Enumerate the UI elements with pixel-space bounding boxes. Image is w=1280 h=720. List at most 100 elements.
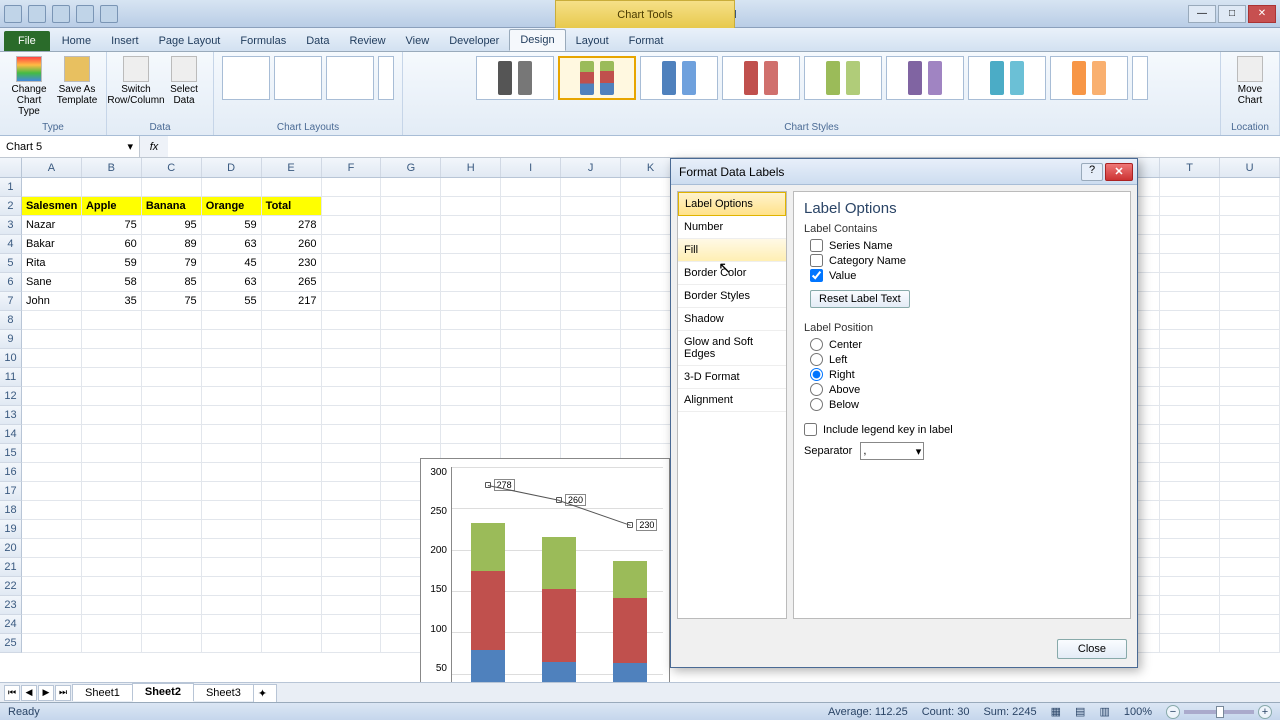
tab-formulas[interactable]: Formulas	[230, 31, 296, 51]
nav-number[interactable]: Number	[678, 216, 786, 239]
dialog-titlebar[interactable]: Format Data Labels ? ✕	[671, 159, 1137, 185]
sheet-tab-3[interactable]: Sheet3	[193, 684, 254, 701]
col-U[interactable]: U	[1220, 158, 1280, 177]
select-data-button[interactable]: Select Data	[163, 56, 205, 106]
zoom-out-button[interactable]: −	[1166, 705, 1180, 719]
undo-icon[interactable]	[52, 5, 70, 23]
minimize-button[interactable]: —	[1188, 5, 1216, 23]
tab-insert[interactable]: Insert	[101, 31, 149, 51]
nav-shadow[interactable]: Shadow	[678, 308, 786, 331]
table-cell[interactable]: 63	[202, 273, 262, 292]
checkbox-category-name[interactable]: Category Name	[810, 254, 1120, 267]
close-button[interactable]: Close	[1057, 639, 1127, 659]
table-header[interactable]: Apple	[82, 197, 142, 216]
nav-border-color[interactable]: Border Color	[678, 262, 786, 285]
col-C[interactable]: C	[142, 158, 202, 177]
table-cell[interactable]: 58	[82, 273, 142, 292]
col-T[interactable]: T	[1160, 158, 1220, 177]
dialog-close-x[interactable]: ✕	[1105, 163, 1133, 181]
chart-style-4[interactable]	[722, 56, 800, 100]
view-page-layout-icon[interactable]: ▤	[1075, 705, 1085, 718]
table-header[interactable]: Orange	[202, 197, 262, 216]
sheet-tab-1[interactable]: Sheet1	[72, 684, 133, 701]
table-cell[interactable]: Bakar	[22, 235, 82, 254]
chart-layouts-more[interactable]	[378, 56, 394, 100]
table-cell[interactable]: 260	[262, 235, 322, 254]
table-header[interactable]: Banana	[142, 197, 202, 216]
radio-below[interactable]: Below	[810, 398, 1120, 411]
table-header[interactable]: Salesmen	[22, 197, 82, 216]
table-cell[interactable]: 63	[202, 235, 262, 254]
close-window-button[interactable]: ✕	[1248, 5, 1276, 23]
checkbox-value[interactable]: Value	[810, 269, 1120, 282]
table-cell[interactable]: 75	[142, 292, 202, 311]
table-cell[interactable]: Nazar	[22, 216, 82, 235]
fx-icon[interactable]: fx	[140, 136, 168, 157]
col-I[interactable]: I	[501, 158, 561, 177]
nav-glow[interactable]: Glow and Soft Edges	[678, 331, 786, 366]
tab-developer[interactable]: Developer	[439, 31, 509, 51]
save-icon[interactable]	[28, 5, 46, 23]
table-cell[interactable]: John	[22, 292, 82, 311]
move-chart-button[interactable]: Move Chart	[1229, 56, 1271, 106]
reset-label-text-button[interactable]: Reset Label Text	[810, 290, 910, 308]
tab-page-layout[interactable]: Page Layout	[149, 31, 231, 51]
chart-style-6[interactable]	[886, 56, 964, 100]
tab-data[interactable]: Data	[296, 31, 339, 51]
nav-label-options[interactable]: Label Options	[678, 192, 786, 216]
table-cell[interactable]: Sane	[22, 273, 82, 292]
chart-style-1[interactable]	[476, 56, 554, 100]
zoom-level[interactable]: 100%	[1124, 706, 1152, 718]
nav-border-styles[interactable]: Border Styles	[678, 285, 786, 308]
tab-format[interactable]: Format	[619, 31, 674, 51]
table-cell[interactable]: 85	[142, 273, 202, 292]
table-cell[interactable]: 79	[142, 254, 202, 273]
table-cell[interactable]: 35	[82, 292, 142, 311]
chart-style-7[interactable]	[968, 56, 1046, 100]
table-cell[interactable]: 55	[202, 292, 262, 311]
chart-style-8[interactable]	[1050, 56, 1128, 100]
file-tab[interactable]: File	[4, 31, 50, 51]
chart-style-3[interactable]	[640, 56, 718, 100]
table-header[interactable]: Total	[262, 197, 322, 216]
nav-3d-format[interactable]: 3-D Format	[678, 366, 786, 389]
chart-plot-area[interactable]: 278260230	[451, 467, 663, 682]
zoom-control[interactable]: − +	[1166, 705, 1272, 719]
save-as-template-button[interactable]: Save As Template	[56, 56, 98, 117]
tab-nav-first[interactable]: ⏮	[4, 685, 20, 701]
col-H[interactable]: H	[441, 158, 501, 177]
table-cell[interactable]: 89	[142, 235, 202, 254]
chevron-down-icon[interactable]: ▾	[127, 140, 133, 153]
table-cell[interactable]: 95	[142, 216, 202, 235]
radio-right[interactable]: Right	[810, 368, 1120, 381]
table-cell[interactable]: 59	[202, 216, 262, 235]
chart-layout-1[interactable]	[222, 56, 270, 100]
maximize-button[interactable]: □	[1218, 5, 1246, 23]
col-G[interactable]: G	[381, 158, 441, 177]
tab-layout[interactable]: Layout	[566, 31, 619, 51]
table-cell[interactable]: Rita	[22, 254, 82, 273]
view-page-break-icon[interactable]: ▥	[1099, 705, 1109, 718]
col-J[interactable]: J	[561, 158, 621, 177]
tab-view[interactable]: View	[396, 31, 440, 51]
col-D[interactable]: D	[202, 158, 262, 177]
tab-review[interactable]: Review	[339, 31, 395, 51]
col-B[interactable]: B	[82, 158, 142, 177]
col-E[interactable]: E	[262, 158, 322, 177]
embedded-chart[interactable]: 050100150200250300 278260230 NazarBakarR…	[420, 458, 670, 682]
chart-layout-3[interactable]	[326, 56, 374, 100]
sheet-tab-2[interactable]: Sheet2	[132, 683, 194, 702]
tab-nav-prev[interactable]: ◀	[21, 685, 37, 701]
chart-styles-more[interactable]	[1132, 56, 1148, 100]
checkbox-series-name[interactable]: Series Name	[810, 239, 1120, 252]
dialog-help-button[interactable]: ?	[1081, 163, 1103, 181]
nav-fill[interactable]: Fill	[678, 239, 786, 262]
chart-layout-2[interactable]	[274, 56, 322, 100]
table-cell[interactable]: 59	[82, 254, 142, 273]
select-all-corner[interactable]	[0, 158, 22, 177]
excel-icon[interactable]	[4, 5, 22, 23]
zoom-in-button[interactable]: +	[1258, 705, 1272, 719]
radio-center[interactable]: Center	[810, 338, 1120, 351]
tab-design[interactable]: Design	[509, 29, 565, 51]
view-normal-icon[interactable]: ▦	[1051, 705, 1061, 718]
